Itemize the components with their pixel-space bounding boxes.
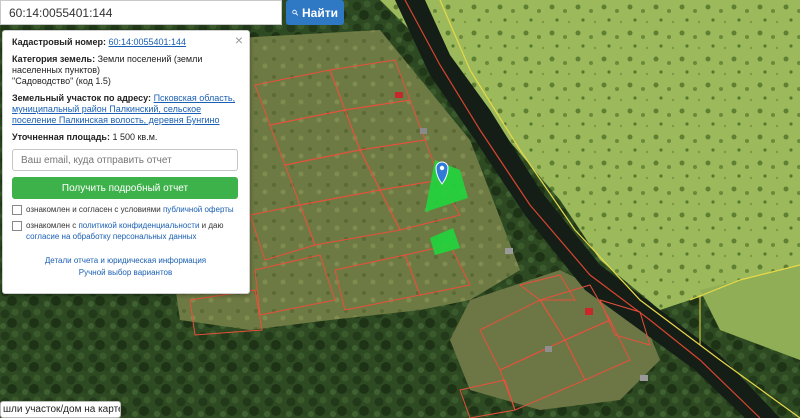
search-button-label: Найти [302, 5, 338, 20]
help-tab[interactable]: шли участок/дом на карте? [0, 401, 121, 418]
email-field[interactable] [12, 149, 238, 171]
area-label: Уточненная площадь: [12, 132, 110, 142]
public-offer-link[interactable]: публичной оферты [163, 205, 234, 214]
address-label: Земельный участок по адресу: [12, 93, 152, 103]
cadastral-number-link[interactable]: 60:14:0055401:144 [108, 37, 186, 47]
consent-offer-text: ознакомлен и согласен с условиями публич… [26, 204, 234, 215]
data-processing-link[interactable]: согласие на обработку персональных данны… [26, 232, 196, 241]
category-label: Категория земель: [12, 54, 96, 64]
get-report-button[interactable]: Получить подробный отчет [12, 177, 238, 199]
category-row: Категория земель: Земли поселений (земли… [12, 54, 239, 87]
search-button[interactable]: Найти [286, 0, 344, 25]
search-bar: Найти [0, 0, 344, 25]
consent-privacy-mid: и даю [201, 221, 224, 230]
cadastral-row: Кадастровый номер: 60:14:0055401:144 [12, 37, 239, 48]
consent-privacy-text: ознакомлен с политикой конфиденциальност… [26, 220, 239, 242]
consent-privacy-checkbox[interactable] [12, 221, 22, 231]
privacy-policy-link[interactable]: политикой конфиденциальности [78, 221, 199, 230]
parcel-info-panel: × Кадастровый номер: 60:14:0055401:144 К… [2, 30, 250, 294]
search-input[interactable] [0, 0, 282, 25]
area-row: Уточненная площадь: 1 500 кв.м. [12, 132, 239, 143]
consent-privacy-label: ознакомлен с [26, 221, 77, 230]
manual-selection-link[interactable]: Ручной выбор вариантов [12, 267, 239, 279]
consent-offer-checkbox[interactable] [12, 205, 22, 215]
panel-footer-links: Детали отчета и юридическая информация Р… [12, 255, 239, 279]
usage-value: "Садоводство" (код 1.5) [12, 76, 111, 86]
consent-offer-row: ознакомлен и согласен с условиями публич… [12, 204, 239, 215]
consent-offer-label: ознакомлен и согласен с условиями [26, 205, 161, 214]
address-row: Земельный участок по адресу: Псковская о… [12, 93, 239, 126]
cadastral-label: Кадастровый номер: [12, 37, 106, 47]
consent-privacy-row: ознакомлен с политикой конфиденциальност… [12, 220, 239, 242]
search-icon [292, 9, 298, 16]
area-value: 1 500 кв.м. [112, 132, 158, 142]
report-details-link[interactable]: Детали отчета и юридическая информация [12, 255, 239, 267]
close-icon[interactable]: × [235, 33, 243, 47]
